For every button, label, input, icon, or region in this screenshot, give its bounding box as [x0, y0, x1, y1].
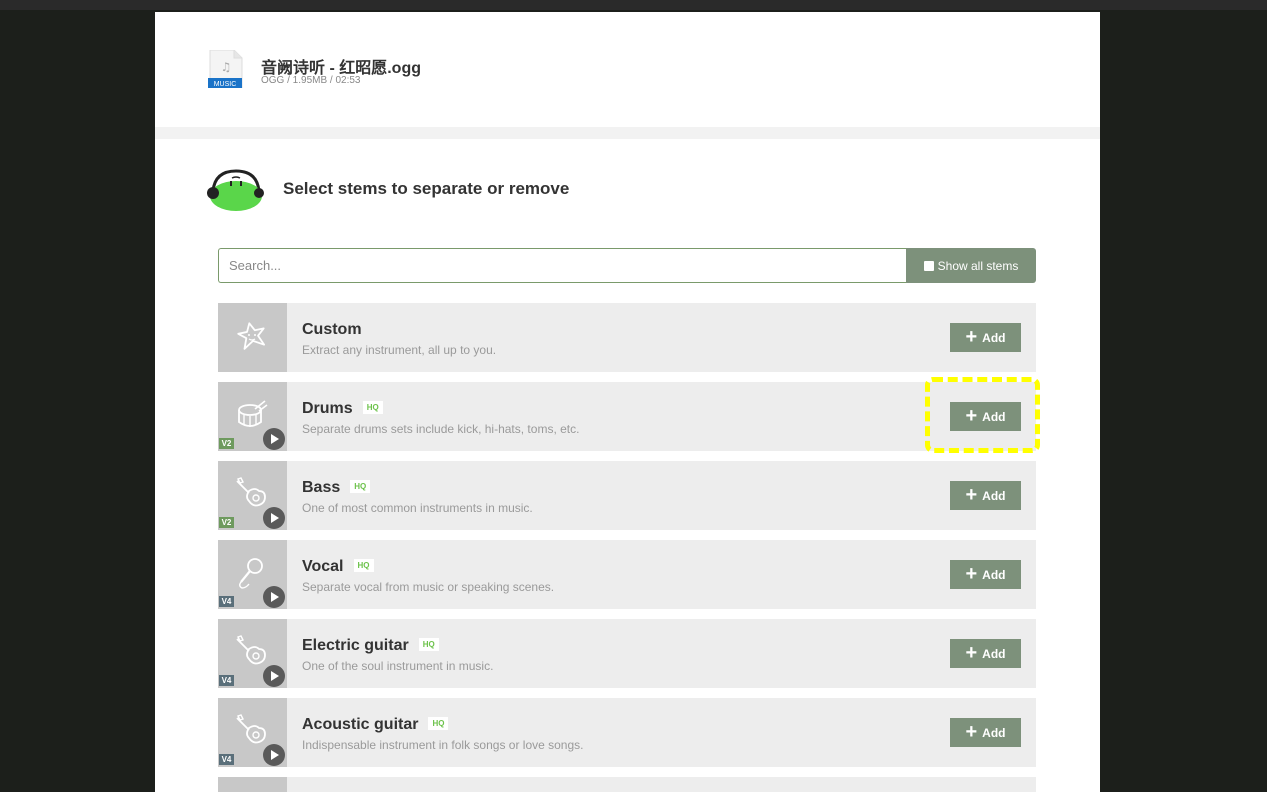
stem-name: Custom	[302, 321, 362, 338]
hq-badge: HQ	[428, 717, 449, 731]
plus-icon: +	[965, 562, 978, 585]
play-icon[interactable]	[263, 428, 285, 450]
highlight-box	[925, 377, 1040, 453]
guitar-icon	[236, 635, 266, 665]
stem-item-electric-guitar: V4 Electric guitar HQ One of the soul ins…	[218, 619, 1036, 688]
plus-icon: +	[965, 325, 978, 348]
stem-item-bass: V2 Bass HQ One of most common instruments…	[218, 461, 1036, 530]
stem-thumbnail	[218, 303, 287, 372]
play-icon[interactable]	[263, 507, 285, 529]
stem-thumbnail: V4	[218, 540, 287, 609]
file-header: ♫ MUSIC 音阙诗听 - 红昭愿.ogg OGG / 1.95MB / 02…	[155, 12, 1100, 127]
add-custom-button[interactable]: + Add	[950, 323, 1021, 352]
search-bar: Show all stems	[218, 248, 1036, 283]
main-panel: ♫ MUSIC 音阙诗听 - 红昭愿.ogg OGG / 1.95MB / 02…	[155, 12, 1100, 792]
play-icon[interactable]	[263, 665, 285, 687]
stem-name: Bass HQ	[302, 479, 371, 497]
version-badge: V4	[219, 675, 234, 686]
file-type-badge: MUSIC	[214, 81, 237, 88]
guitar-icon	[236, 477, 266, 507]
show-all-stems-label: Show all stems	[937, 258, 1019, 273]
checkbox[interactable]	[923, 260, 934, 271]
plus-icon: +	[965, 483, 978, 506]
add-label: Add	[982, 725, 1006, 740]
top-bar	[0, 0, 1267, 10]
add-bass-button[interactable]: + Add	[950, 481, 1021, 510]
stem-description: Extract any instrument, all up to you.	[302, 343, 497, 357]
stem-name: Vocal HQ	[302, 558, 374, 576]
stem-description: One of the soul instrument in music.	[302, 659, 494, 673]
hq-badge: HQ	[353, 559, 374, 573]
version-badge: V4	[219, 754, 234, 765]
plus-icon: +	[965, 641, 978, 664]
stem-item-vocal: V4 Vocal HQ Separate vocal from music or …	[218, 540, 1036, 609]
microphone-icon	[239, 558, 263, 589]
stem-name: Acoustic guitar HQ	[302, 716, 449, 734]
section-title: Select stems to separate or remove	[283, 179, 570, 198]
separator	[155, 127, 1100, 139]
stem-item-custom: Custom Extract any instrument, all up to…	[218, 303, 1036, 372]
plus-icon: +	[965, 720, 978, 743]
add-label: Add	[982, 567, 1006, 582]
play-icon[interactable]	[263, 586, 285, 608]
add-label: Add	[982, 646, 1006, 661]
add-vocal-button[interactable]: + Add	[950, 560, 1021, 589]
stem-name: Drums HQ	[302, 400, 383, 418]
guitar-icon	[236, 714, 266, 744]
stem-thumbnail: V2	[218, 382, 287, 451]
add-label: Add	[982, 330, 1006, 345]
file-meta: OGG / 1.95MB / 02:53	[261, 75, 361, 86]
stem-thumbnail: V4	[218, 698, 287, 767]
drum-icon	[238, 400, 268, 427]
stem-thumbnail: V2	[218, 461, 287, 530]
stem-item-partial	[218, 777, 1036, 792]
hq-badge: HQ	[350, 480, 371, 494]
star-face-icon	[237, 322, 265, 350]
stem-description: One of most common instruments in music.	[302, 501, 533, 515]
version-badge: V2	[219, 517, 234, 528]
version-badge: V4	[219, 596, 234, 607]
svg-text:♫: ♫	[221, 60, 232, 74]
stem-description: Separate vocal from music or speaking sc…	[302, 580, 555, 594]
music-file-icon: ♫ MUSIC	[208, 50, 243, 88]
add-acoustic-guitar-button[interactable]: + Add	[950, 718, 1021, 747]
add-electric-guitar-button[interactable]: + Add	[950, 639, 1021, 668]
hq-badge: HQ	[362, 401, 383, 415]
show-all-stems-toggle[interactable]: Show all stems	[906, 248, 1036, 283]
version-badge: V2	[219, 438, 234, 449]
search-input[interactable]	[218, 248, 917, 283]
stem-item-drums: V2 Drums HQ Separate drums sets include k…	[218, 382, 1036, 451]
add-label: Add	[982, 488, 1006, 503]
stem-thumbnail: V4	[218, 619, 287, 688]
play-icon[interactable]	[263, 744, 285, 766]
headphone-mascot-icon	[207, 169, 264, 211]
stem-thumbnail	[218, 777, 287, 792]
stem-item-acoustic-guitar: V4 Acoustic guitar HQ Indispensable instr…	[218, 698, 1036, 767]
hq-badge: HQ	[418, 638, 439, 652]
stem-name: Electric guitar HQ	[302, 637, 439, 655]
stem-description: Indispensable instrument in folk songs o…	[302, 738, 584, 752]
stem-description: Separate drums sets include kick, hi-hat…	[302, 422, 580, 436]
